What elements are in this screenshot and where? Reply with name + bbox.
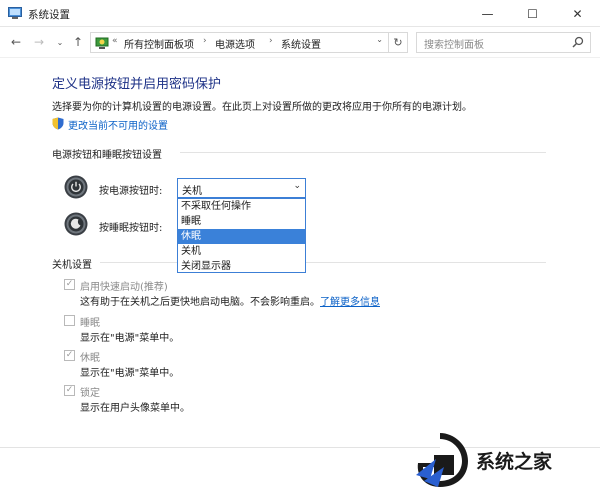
dropdown-option-turn-off-display[interactable]: 关闭显示器 [178, 259, 305, 274]
sleep-button-label: 按睡眠按钮时: [99, 223, 163, 234]
refresh-button[interactable]: ↻ [388, 33, 407, 52]
section-title-shutdown-settings: 关机设置 [52, 260, 92, 271]
fast-startup-description-text: 这有助于在关机之后更快地启动电脑。不会影响重启。 [80, 297, 320, 308]
breadcrumb-separator[interactable]: › [203, 36, 207, 46]
lock-menu-description: 显示在用户头像菜单中。 [80, 403, 190, 414]
dropdown-option-hibernate[interactable]: 休眠 [178, 229, 305, 244]
back-button[interactable]: ← [8, 33, 24, 51]
power-button-action-value: 关机 [182, 186, 202, 197]
section-title-power-buttons: 电源按钮和睡眠按钮设置 [52, 150, 162, 161]
divider [0, 57, 600, 58]
forward-button[interactable]: → [31, 33, 47, 51]
checkmark-icon: ✓ [65, 385, 74, 395]
minimize-button[interactable]: — [465, 0, 510, 27]
checkmark-icon: ✓ [65, 350, 74, 360]
breadcrumb-item-system-settings[interactable]: 系统设置 [281, 36, 321, 51]
page-title: 定义电源按钮并启用密码保护 [52, 77, 222, 92]
uac-shield-icon [52, 117, 64, 130]
title-bar: 系统设置 — ☐ ✕ [0, 0, 600, 27]
learn-more-link[interactable]: 了解更多信息 [320, 297, 380, 308]
power-button-icon [64, 175, 88, 199]
recent-locations-dropdown[interactable]: ⌄ [52, 33, 68, 51]
breadcrumb-separator[interactable]: › [269, 36, 273, 46]
sleep-menu-description: 显示在"电源"菜单中。 [80, 333, 180, 344]
up-button[interactable]: ↑ [70, 33, 86, 51]
section-divider [180, 152, 546, 153]
breadcrumb-item-power-options[interactable]: 电源选项 [215, 36, 255, 51]
breadcrumb-item-all-control-panel[interactable]: 所有控制面板项 [124, 36, 194, 51]
window-title: 系统设置 [28, 9, 70, 21]
dropdown-option-sleep[interactable]: 睡眠 [178, 214, 305, 229]
watermark-text: 系统之家 [476, 451, 553, 473]
sleep-menu-checkbox[interactable] [64, 315, 75, 326]
hibernate-menu-description: 显示在"电源"菜单中。 [80, 368, 180, 379]
watermark: 系统之家 [410, 427, 600, 491]
lock-menu-checkbox[interactable]: ✓ [64, 385, 75, 396]
close-button[interactable]: ✕ [555, 0, 600, 27]
address-bar[interactable]: « 所有控制面板项 › 电源选项 › 系统设置 ⌄ [90, 32, 408, 53]
fast-startup-checkbox[interactable]: ✓ [64, 279, 75, 290]
dropdown-option-shut-down[interactable]: 关机 [178, 244, 305, 259]
checkmark-icon: ✓ [65, 279, 74, 289]
dropdown-option-do-nothing[interactable]: 不采取任何操作 [178, 199, 305, 214]
watermark-logo-icon [416, 433, 468, 487]
address-dropdown[interactable]: ⌄ [376, 35, 383, 44]
hibernate-menu-checkbox[interactable]: ✓ [64, 350, 75, 361]
lock-menu-label: 锁定 [80, 388, 100, 399]
search-input[interactable]: 搜索控制面板 [424, 36, 484, 51]
control-panel-icon [8, 7, 22, 19]
page-description: 选择要为你的计算机设置的电源设置。在此页上对设置所做的更改将应用于你所有的电源计… [52, 102, 472, 113]
hibernate-menu-label: 休眠 [80, 353, 100, 364]
power-button-label: 按电源按钮时: [99, 186, 163, 197]
search-box[interactable]: 搜索控制面板 [416, 32, 591, 53]
fast-startup-label: 启用快速启动(推荐) [80, 282, 168, 293]
section-divider [100, 262, 546, 263]
fast-startup-description: 这有助于在关机之后更快地启动电脑。不会影响重启。了解更多信息 [80, 293, 380, 308]
change-unavailable-settings-link[interactable]: 更改当前不可用的设置 [68, 117, 168, 132]
chevron-down-icon[interactable]: ⌄ [293, 181, 301, 191]
power-action-dropdown-list: 不采取任何操作 睡眠 休眠 关机 关闭显示器 [177, 198, 306, 273]
maximize-button[interactable]: ☐ [510, 0, 555, 27]
sleep-button-icon [64, 212, 88, 236]
control-panel-icon [95, 37, 109, 49]
breadcrumb-overflow[interactable]: « [112, 36, 118, 46]
navigation-bar: ← → ⌄ ↑ « 所有控制面板项 › 电源选项 › 系统设置 ⌄ ↻ 搜索控制… [0, 27, 600, 57]
sleep-menu-label: 睡眠 [80, 318, 100, 329]
search-icon[interactable] [572, 36, 584, 48]
power-button-action-select[interactable]: 关机 ⌄ [177, 178, 306, 198]
